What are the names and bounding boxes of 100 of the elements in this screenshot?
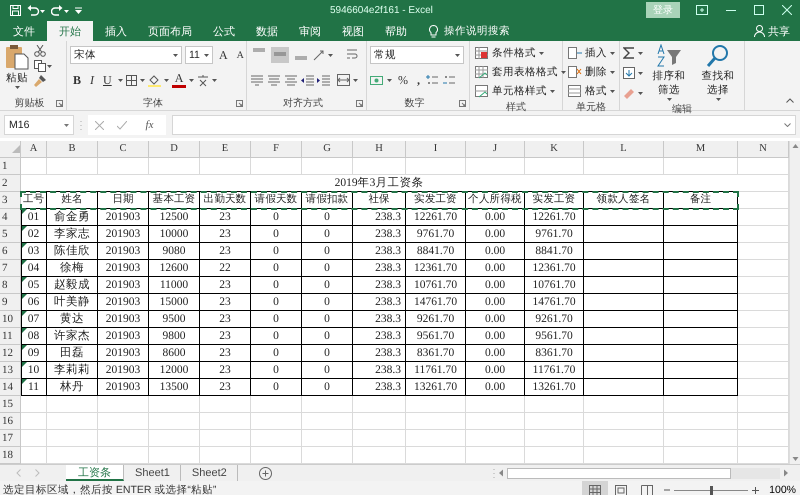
ribbon-tab[interactable]: 审阅 [290, 21, 330, 41]
column-header[interactable]: H [353, 141, 406, 158]
column-header[interactable]: J [466, 141, 525, 158]
scissors-icon[interactable] [34, 45, 46, 57]
ribbon-tab[interactable]: 页面布局 [139, 21, 201, 41]
dialog-launcher-icon[interactable] [459, 100, 466, 106]
column-header[interactable]: M [664, 141, 738, 158]
ribbon-item[interactable]: 删除 [566, 63, 617, 81]
ribbon-item[interactable]: 套用表格格式 [473, 63, 568, 81]
name-box[interactable]: M16 [4, 115, 74, 135]
vertical-scrollbar[interactable] [789, 141, 800, 464]
row-header[interactable]: 5 [0, 226, 21, 243]
row-header[interactable]: 6 [0, 243, 21, 260]
number-format-dropdown[interactable]: 常规 [370, 46, 464, 64]
row-header[interactable]: 14 [0, 379, 21, 396]
expand-icon[interactable] [784, 123, 791, 127]
shrink-font-button[interactable]: A [234, 46, 247, 64]
column-header[interactable]: F [251, 141, 302, 158]
column-header[interactable]: A [21, 141, 47, 158]
font-name-dropdown[interactable]: 宋体 [70, 46, 182, 64]
scroll-left-icon[interactable] [497, 468, 505, 478]
ribbon-display-icon[interactable] [696, 5, 708, 15]
column-header[interactable]: G [302, 141, 353, 158]
font-color-button[interactable]: A [172, 72, 186, 88]
percent-button[interactable]: % [395, 71, 411, 89]
dialog-launcher-icon[interactable] [56, 100, 63, 106]
copy-icon[interactable] [34, 60, 52, 72]
decrease-decimal-icon[interactable] [443, 74, 457, 86]
collapse-ribbon-icon[interactable] [786, 98, 794, 103]
row-header[interactable]: 8 [0, 277, 21, 294]
ribbon-tab[interactable]: 开始 [47, 21, 93, 41]
row-header[interactable]: 9 [0, 294, 21, 311]
borders-icon[interactable] [126, 74, 137, 86]
row-header[interactable]: 15 [0, 396, 21, 413]
column-header[interactable]: K [525, 141, 584, 158]
undo-icon[interactable] [27, 4, 45, 16]
row-header[interactable]: 4 [0, 209, 21, 226]
horizontal-scrollbar[interactable] [507, 468, 780, 478]
add-sheet-icon[interactable] [258, 466, 272, 480]
column-header[interactable]: D [149, 141, 200, 158]
view-button[interactable] [582, 481, 608, 495]
ribbon-item[interactable]: 单元格样式 [473, 82, 568, 100]
grow-font-button[interactable]: A [216, 46, 231, 64]
ribbon-tab[interactable]: 文件 [4, 21, 44, 41]
column-header[interactable]: B [47, 141, 98, 158]
ribbon-item[interactable]: 查找和选择 [695, 44, 741, 102]
dialog-launcher-icon[interactable] [236, 100, 243, 106]
vertical-align-icon[interactable] [271, 47, 289, 63]
comma-button[interactable]: , [414, 71, 423, 89]
paintbrush-icon[interactable] [34, 75, 46, 87]
row-header[interactable]: 1 [0, 158, 21, 175]
redo-icon[interactable] [51, 4, 69, 16]
column-header[interactable]: L [584, 141, 664, 158]
close-icon[interactable] [782, 5, 792, 15]
zoom-slider-thumb[interactable] [710, 486, 714, 494]
scroll-right-icon[interactable] [782, 468, 790, 478]
fill-bucket-icon[interactable] [148, 74, 161, 86]
column-header[interactable]: I [406, 141, 466, 158]
share-button[interactable]: 共享 [748, 21, 800, 41]
ribbon-tab[interactable]: 视图 [333, 21, 373, 41]
ribbon-tab[interactable]: 数据 [247, 21, 287, 41]
row-header[interactable]: 13 [0, 362, 21, 379]
merge-cells-icon[interactable] [337, 74, 350, 86]
row-header[interactable]: 7 [0, 260, 21, 277]
align-right-icon[interactable] [284, 74, 298, 86]
font-size-dropdown[interactable]: 11 [185, 46, 213, 64]
dialog-launcher-icon[interactable] [356, 100, 363, 106]
ribbon-item[interactable]: 插入 [566, 44, 617, 62]
row-header[interactable]: 11 [0, 328, 21, 345]
customize-icon[interactable] [75, 6, 82, 14]
row-header[interactable]: 3 [0, 192, 21, 209]
ribbon-tab[interactable]: 帮助 [376, 21, 416, 41]
row-header[interactable]: 18 [0, 447, 21, 464]
align-left-icon[interactable] [250, 74, 264, 86]
row-header[interactable]: 17 [0, 430, 21, 447]
row-header[interactable]: 10 [0, 311, 21, 328]
row-header[interactable]: 16 [0, 413, 21, 430]
row-header[interactable]: 12 [0, 345, 21, 362]
tell-me-search[interactable]: 操作说明搜索 [444, 24, 510, 38]
zoom-level[interactable]: 100% [763, 484, 800, 495]
fill-down-icon[interactable] [623, 67, 635, 79]
formula-input[interactable] [172, 115, 796, 135]
ribbon-tab[interactable]: 公式 [204, 21, 244, 41]
bold-button[interactable]: B [70, 71, 84, 89]
ribbon-item[interactable]: 条件格式 [473, 44, 568, 62]
align-center-icon[interactable] [267, 74, 281, 86]
paste-button[interactable]: 粘贴 [3, 44, 31, 96]
column-header[interactable]: E [200, 141, 251, 158]
save-icon[interactable] [10, 4, 21, 16]
ribbon-item[interactable]: 排序和筛选 [646, 44, 692, 102]
underline-button[interactable]: U [100, 71, 115, 89]
italic-button[interactable]: I [87, 71, 98, 89]
sum-icon[interactable] [623, 47, 635, 59]
check-icon[interactable] [116, 120, 127, 130]
insert-function-button[interactable]: fx [140, 118, 160, 132]
decrease-indent-icon[interactable] [301, 74, 314, 86]
column-header[interactable]: C [98, 141, 149, 158]
ribbon-tab[interactable]: 插入 [96, 21, 136, 41]
row-header[interactable]: 2 [0, 175, 21, 192]
increase-indent-icon[interactable] [317, 74, 330, 86]
